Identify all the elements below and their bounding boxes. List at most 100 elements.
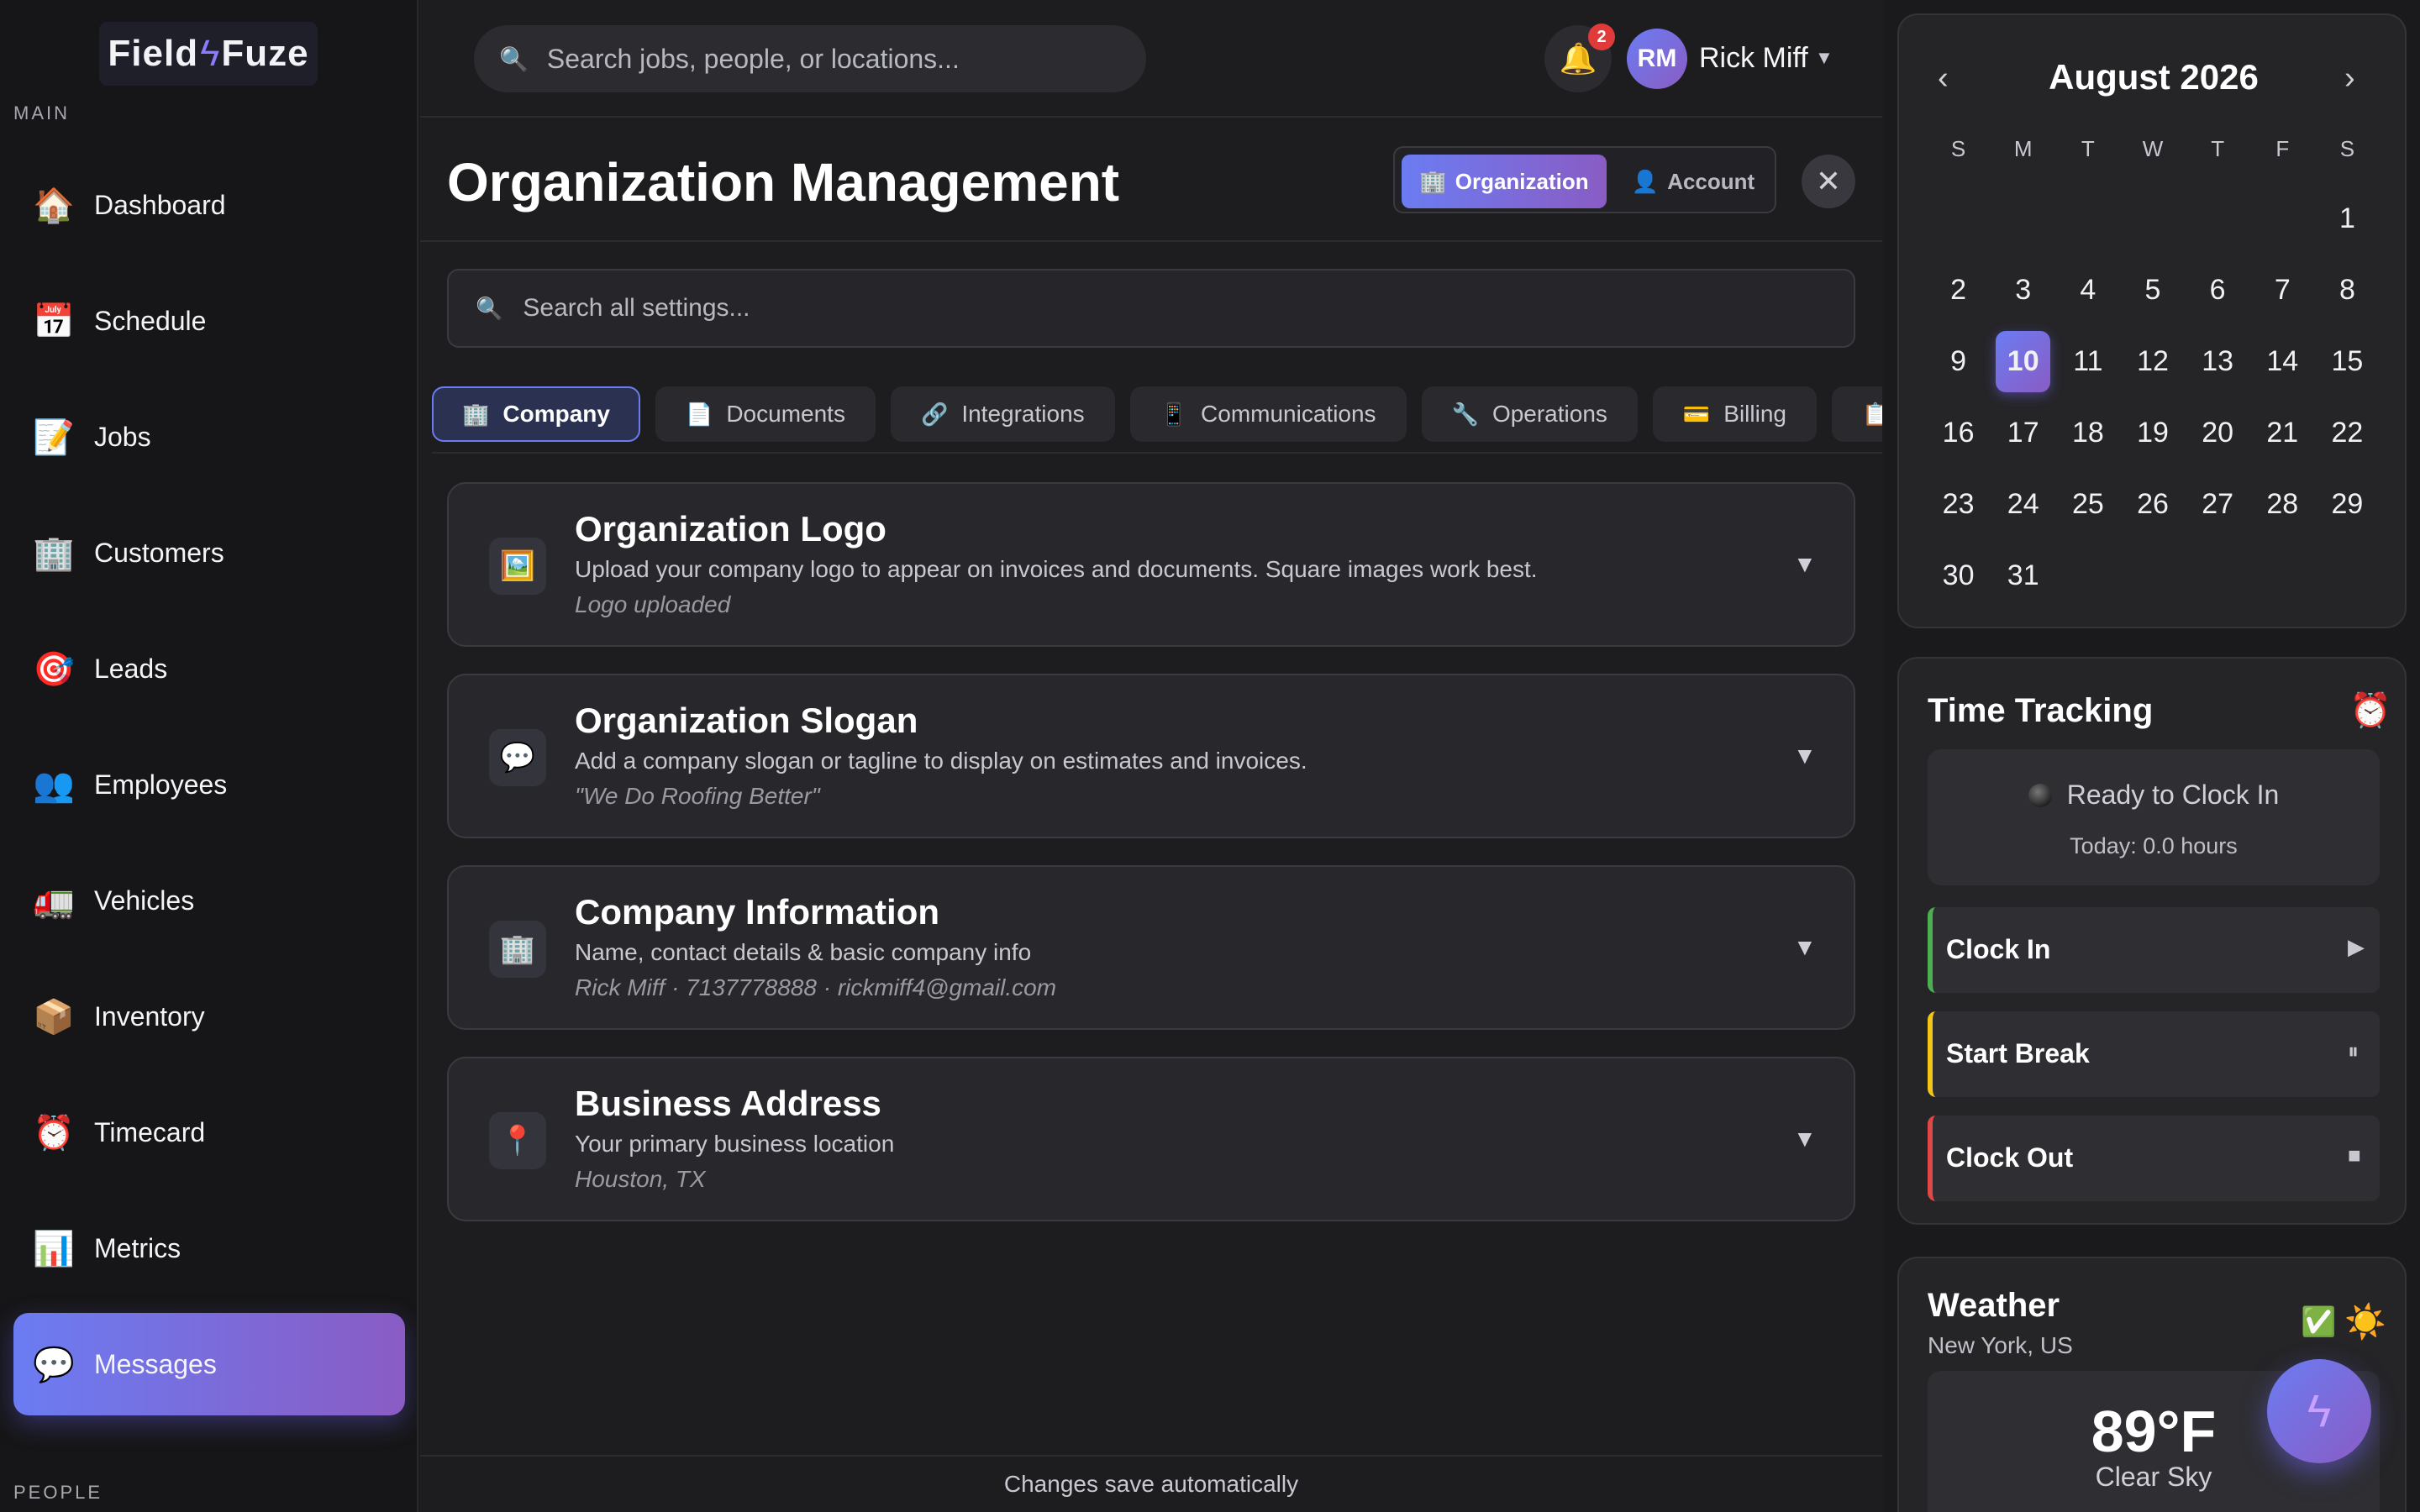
quick-action-button[interactable]: ϟ (2267, 1359, 2371, 1463)
expand-chevron-down-icon[interactable]: ▼ (1793, 743, 1817, 769)
sidebar-item-metrics[interactable]: 📊 Metrics (13, 1197, 405, 1299)
calendar-days: 1 2 3 4 5 6 7 8 9 10 11 12 13 14 15 16 17 18 19 20 21 22 23 24 2… (1926, 183, 2380, 612)
calendar-day[interactable]: 25 (2060, 474, 2115, 535)
lightning-icon: ϟ (2307, 1386, 2332, 1436)
calendar-day[interactable]: 9 (1931, 331, 1986, 392)
user-avatar[interactable]: RM (1627, 29, 1687, 89)
toggle-organization-label: Organization (1455, 168, 1589, 194)
calendar-day[interactable]: 7 (2255, 260, 2310, 321)
calendar-day[interactable]: 28 (2255, 474, 2310, 535)
tab-label: Integrations (961, 401, 1085, 427)
expand-chevron-down-icon[interactable]: ▼ (1793, 1126, 1817, 1152)
setting-card-company-information[interactable]: 🏢 Company Information Name, contact detail… (447, 865, 1855, 1030)
communications-icon: 📱 (1160, 401, 1188, 427)
right-panel: ‹ August 2026 › SMTWTFS 1 2 3 4 5 6 7 8 9 10 11 12 1… (1884, 0, 2420, 1512)
tab-company[interactable]: 🏢 Company (432, 386, 640, 442)
building-icon: 🏢 (1419, 168, 1447, 194)
calendar-day[interactable]: 18 (2060, 402, 2115, 464)
calendar-day[interactable]: 16 (1931, 402, 1986, 464)
tab-communications[interactable]: 📱 Communications (1129, 386, 1407, 442)
calendar-day[interactable]: 13 (2191, 331, 2245, 392)
tab-label: Documents (726, 401, 845, 427)
calendar-next-chevron-right-icon[interactable]: › (2344, 60, 2355, 97)
sidebar-item-customers[interactable]: 🏢 Customers (13, 501, 405, 604)
calendar-day[interactable]: 1 (2320, 188, 2375, 249)
calendar-day[interactable]: 6 (2191, 260, 2245, 321)
tab-documents[interactable]: 📄 Documents (655, 386, 876, 442)
search-icon: 🔍 (499, 45, 529, 72)
calendar-day[interactable]: 24 (1996, 474, 2050, 535)
calendar-day[interactable]: 27 (2191, 474, 2245, 535)
clock-out-button[interactable]: Clock Out ■ (1928, 1116, 2380, 1201)
sidebar-item-label: Vehicles (94, 885, 195, 916)
sidebar-item-timecard[interactable]: ⏰ Timecard (13, 1081, 405, 1184)
tab-integrations[interactable]: 🔗 Integrations (890, 386, 1115, 442)
global-search-input[interactable] (546, 43, 1118, 75)
calendar-day[interactable]: 21 (2255, 402, 2310, 464)
clock-in-icon: ▶ (2348, 934, 2365, 959)
setting-card-business-address[interactable]: 📍 Business Address Your primary business l… (447, 1057, 1855, 1221)
start-break-button[interactable]: Start Break ⏸ (1928, 1011, 2380, 1097)
clock-in-button[interactable]: Clock In ▶ (1928, 907, 2380, 993)
business-address-icon: 📍 (489, 1112, 546, 1169)
sidebar-item-leads[interactable]: 🎯 Leads (13, 617, 405, 720)
settings-search-input[interactable] (523, 294, 1784, 323)
clock-out-label: Clock Out (1946, 1142, 2074, 1173)
calendar-day[interactable]: 15 (2320, 331, 2375, 392)
tab-operations[interactable]: 🔧 Operations (1421, 386, 1638, 442)
setting-card-organization-logo[interactable]: 🖼️ Organization Logo Upload your company l… (447, 482, 1855, 647)
setting-card-organization-slogan[interactable]: 💬 Organization Slogan Add a company slogan… (447, 674, 1855, 838)
billing-icon: 💳 (1682, 401, 1711, 427)
calendar-day-today[interactable]: 10 (1996, 331, 2051, 392)
sidebar-section-people: PEOPLE (13, 1482, 103, 1503)
sidebar-item-messages[interactable]: 💬 Messages (13, 1313, 405, 1415)
leads-icon: 🎯 (33, 650, 75, 688)
start-break-label: Start Break (1946, 1038, 2090, 1068)
calendar-day[interactable]: 23 (1931, 474, 1986, 535)
sidebar-item-employees[interactable]: 👥 Employees (13, 733, 405, 836)
calendar-day[interactable]: 5 (2125, 260, 2180, 321)
toggle-organization[interactable]: 🏢 Organization (1402, 155, 1607, 208)
sidebar-item-schedule[interactable]: 📅 Schedule (13, 270, 405, 372)
calendar-day[interactable]: 3 (1996, 260, 2050, 321)
user-menu-chevron-down-icon[interactable]: ▼ (1815, 47, 1833, 69)
tab-label: Operations (1491, 401, 1607, 427)
calendar-day[interactable]: 20 (2191, 402, 2245, 464)
user-name[interactable]: Rick Miff (1699, 42, 1808, 75)
clock-in-label: Clock In (1946, 934, 2051, 964)
calendar-day[interactable]: 30 (1931, 545, 1986, 606)
brand-logo[interactable]: Field ϟ Fuze (99, 22, 318, 86)
calendar-day[interactable]: 11 (2060, 331, 2115, 392)
tab-billing[interactable]: 💳 Billing (1652, 386, 1817, 442)
calendar-day[interactable]: 26 (2125, 474, 2180, 535)
settings-tab-row: 🏢 Company 📄 Documents 🔗 Integrations 📱 Communic… (432, 386, 1882, 442)
setting-card-description: Add a company slogan or tagline to displ… (575, 748, 1307, 774)
close-button[interactable]: ✕ (1802, 155, 1855, 208)
calendar-day[interactable]: 14 (2255, 331, 2310, 392)
sidebar-item-dashboard[interactable]: 🏠 Dashboard (13, 154, 405, 256)
calendar-day[interactable]: 17 (1996, 402, 2050, 464)
toggle-account[interactable]: 👤 Account (1615, 155, 1771, 208)
calendar-month-label: August 2026 (2049, 57, 2259, 97)
expand-chevron-down-icon[interactable]: ▼ (1793, 551, 1817, 578)
calendar-day[interactable]: 22 (2320, 402, 2375, 464)
sidebar-item-jobs[interactable]: 📝 Jobs (13, 386, 405, 488)
global-search[interactable]: 🔍 (474, 25, 1146, 92)
tab-activity[interactable]: 📋Activity (1831, 386, 1882, 442)
settings-search[interactable]: 🔍 (447, 269, 1855, 348)
integrations-icon: 🔗 (920, 401, 949, 427)
calendar-day[interactable]: 31 (1996, 545, 2050, 606)
expand-chevron-down-icon[interactable]: ▼ (1793, 934, 1817, 961)
documents-icon: 📄 (685, 401, 713, 427)
calendar-day[interactable]: 4 (2060, 260, 2115, 321)
calendar-day[interactable]: 12 (2125, 331, 2180, 392)
calendar-day[interactable]: 19 (2125, 402, 2180, 464)
sidebar-item-vehicles[interactable]: 🚛 Vehicles (13, 849, 405, 952)
calendar-weekdays: SMTWTFS (1926, 136, 2380, 162)
calendar-day[interactable]: 8 (2320, 260, 2375, 321)
sidebar-item-inventory[interactable]: 📦 Inventory (13, 965, 405, 1068)
calendar-day[interactable]: 29 (2320, 474, 2375, 535)
calendar-day[interactable]: 2 (1931, 260, 1986, 321)
sidebar-item-label: Leads (94, 653, 168, 684)
tab-label: Communications (1201, 401, 1376, 427)
